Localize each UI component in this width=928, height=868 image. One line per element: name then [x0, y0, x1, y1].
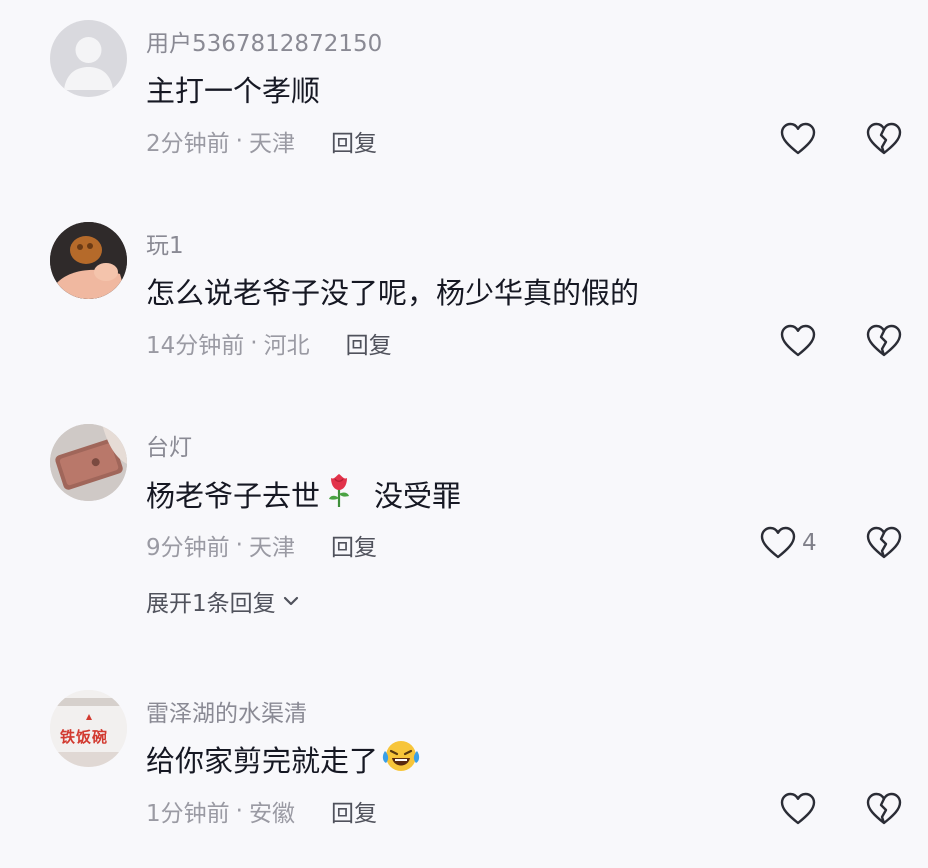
comment-meta: 14分钟前 · 河北 回复 [146, 326, 392, 360]
username[interactable]: 用户5367812872150 [146, 24, 382, 58]
username[interactable]: 台灯 [146, 428, 192, 462]
meta-separator: · [250, 330, 258, 356]
like-count: 4 [802, 530, 817, 556]
location: 天津 [248, 131, 295, 157]
comment-text-content: 杨老爷子去世 [146, 478, 321, 513]
heart-icon [780, 122, 816, 155]
username[interactable]: 雷泽湖的水渠清 [146, 694, 307, 728]
expand-replies-label: 展开1条回复 [146, 591, 276, 617]
default-user-icon [64, 37, 113, 90]
location: 安徽 [248, 801, 295, 827]
dislike-button[interactable] [866, 792, 902, 830]
comment-text: 给你家剪完就走了 [146, 738, 420, 780]
expand-replies-button[interactable]: 展开1条回复 [146, 584, 300, 618]
heart-icon [760, 526, 796, 559]
avatar-photo [50, 424, 127, 501]
heart-icon [780, 792, 816, 825]
comment-meta: 9分钟前 · 天津 回复 [146, 528, 377, 562]
avatar-sign-text: 铁饭碗 [60, 728, 109, 746]
broken-heart-icon [866, 324, 902, 357]
reply-button[interactable]: 回复 [331, 124, 377, 158]
timestamp: 14分钟前 [146, 333, 245, 359]
dislike-button[interactable] [866, 324, 902, 362]
avatar[interactable] [50, 20, 127, 97]
dislike-button[interactable] [866, 526, 902, 564]
avatar[interactable] [50, 424, 127, 501]
comment-meta: 2分钟前 · 天津 回复 [146, 124, 377, 158]
like-button[interactable] [780, 324, 822, 358]
timestamp: 1分钟前 [146, 801, 230, 827]
comment-meta: 1分钟前 · 安徽 回复 [146, 794, 377, 828]
timestamp: 2分钟前 [146, 131, 230, 157]
rose-emoji [326, 472, 352, 515]
meta-separator: · [235, 128, 243, 154]
comment-text-content: 没受罪 [374, 478, 462, 513]
reply-button[interactable]: 回复 [331, 528, 377, 562]
comment-text: 怎么说老爷子没了呢，杨少华真的假的 [146, 270, 639, 312]
dislike-button[interactable] [866, 122, 902, 160]
username[interactable]: 玩1 [146, 226, 184, 260]
broken-heart-icon [866, 526, 902, 559]
comment-text-content: 给你家剪完就走了 [146, 744, 379, 778]
heart-icon [780, 324, 816, 357]
avatar-photo [50, 222, 127, 299]
comment-text: 主打一个孝顺 [146, 68, 320, 110]
crying-laughing-emoji [382, 739, 420, 780]
broken-heart-icon [866, 122, 902, 155]
broken-heart-icon [866, 792, 902, 825]
like-button[interactable] [780, 792, 822, 826]
comment-text: 杨老爷子去世 没受罪 [146, 472, 461, 515]
reply-button[interactable]: 回复 [346, 326, 392, 360]
reply-button[interactable]: 回复 [331, 794, 377, 828]
meta-separator: · [235, 532, 243, 558]
avatar[interactable]: 铁饭碗 [50, 690, 127, 767]
meta-separator: · [235, 798, 243, 824]
comment-text-content: 主打一个孝顺 [146, 74, 321, 108]
location: 天津 [248, 535, 295, 561]
avatar[interactable] [50, 222, 127, 299]
like-button[interactable]: 4 [760, 526, 817, 560]
chevron-down-icon [283, 596, 298, 606]
comment-text-content: 怎么说老爷子没了呢，杨少华真的假的 [146, 276, 640, 310]
timestamp: 9分钟前 [146, 535, 230, 561]
like-button[interactable] [780, 122, 822, 156]
location: 河北 [263, 333, 310, 359]
